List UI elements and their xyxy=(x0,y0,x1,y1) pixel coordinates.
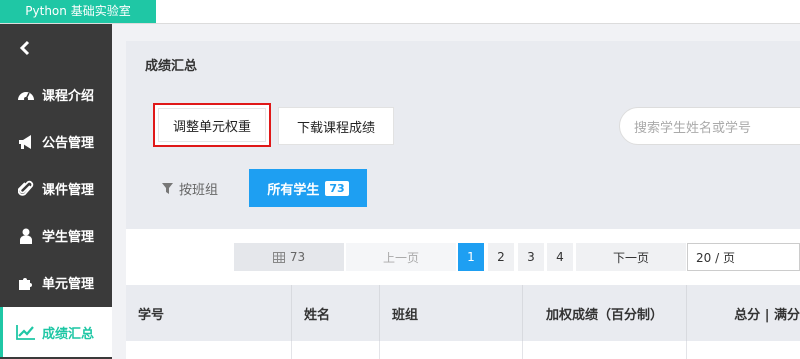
puzzle-icon xyxy=(16,273,36,293)
sidebar-item-course-intro[interactable]: 课程介绍 xyxy=(0,71,112,118)
sidebar-item-label: 单元管理 xyxy=(42,277,95,292)
page-3-button[interactable]: 3 xyxy=(518,243,544,271)
table-cell xyxy=(687,341,800,359)
col-weighted-score[interactable]: 加权成绩（百分制） xyxy=(523,285,687,341)
sidebar-item-grades[interactable]: 成绩汇总 xyxy=(0,307,112,357)
sidebar-item-courseware[interactable]: 课件管理 xyxy=(0,165,112,212)
filter-icon xyxy=(162,182,173,194)
table-cell xyxy=(523,341,687,359)
total-count: 73 xyxy=(234,243,344,271)
back-button[interactable] xyxy=(0,24,112,71)
sidebar-item-students[interactable]: 学生管理 xyxy=(0,212,112,259)
all-students-button[interactable]: 所有学生 73 xyxy=(249,169,367,207)
col-total-score[interactable]: 总分 | 满分 xyxy=(687,285,800,341)
page-2-button[interactable]: 2 xyxy=(488,243,514,271)
prev-page-button[interactable]: 上一页 xyxy=(346,243,456,271)
page-size-select[interactable]: 20 / 页 xyxy=(687,243,800,271)
main-content: 成绩汇总 调整单元权重 下载课程成绩 搜索学生姓名或学号 按班组 所有学生 73… xyxy=(112,24,800,359)
sidebar-item-label: 课程介绍 xyxy=(42,89,95,104)
line-chart-icon xyxy=(16,322,36,342)
grades-panel: 成绩汇总 调整单元权重 下载课程成绩 搜索学生姓名或学号 按班组 所有学生 73… xyxy=(126,41,800,359)
sidebar-item-label: 成绩汇总 xyxy=(42,326,95,342)
next-page-button[interactable]: 下一页 xyxy=(576,243,686,271)
table-row xyxy=(126,341,800,359)
student-count-badge: 73 xyxy=(325,180,349,196)
adjust-weights-label: 调整单元权重 xyxy=(158,108,266,142)
page-1-button[interactable]: 1 xyxy=(458,243,484,271)
sidebar-item-label: 课件管理 xyxy=(42,183,95,198)
col-group[interactable]: 班组 xyxy=(380,285,523,341)
grades-table: 73 上一页 1 2 3 4 下一页 20 / 页 学号 姓名 班组 加权成绩（… xyxy=(126,229,800,359)
table-cell xyxy=(292,341,380,359)
bullhorn-icon xyxy=(16,132,36,152)
dashboard-icon xyxy=(16,85,36,105)
user-icon xyxy=(16,226,36,246)
filter-by-group-button[interactable]: 按班组 xyxy=(162,169,218,207)
filter-label: 按班组 xyxy=(179,182,219,198)
paperclip-icon xyxy=(16,179,36,199)
table-cell xyxy=(380,341,523,359)
total-count-value: 73 xyxy=(289,250,306,264)
col-name[interactable]: 姓名 xyxy=(292,285,380,341)
page-title: 成绩汇总 xyxy=(145,59,198,74)
sidebar-item-announcements[interactable]: 公告管理 xyxy=(0,118,112,165)
adjust-weights-button[interactable]: 调整单元权重 xyxy=(153,103,271,147)
sidebar-item-units[interactable]: 单元管理 xyxy=(0,259,112,306)
table-header: 学号 姓名 班组 加权成绩（百分制） 总分 | 满分 xyxy=(126,285,800,341)
download-grades-button[interactable]: 下载课程成绩 xyxy=(278,107,394,145)
sidebar-item-label: 学生管理 xyxy=(42,230,95,245)
all-students-label: 所有学生 xyxy=(267,182,320,198)
app-tab[interactable]: Python 基础实验室 xyxy=(0,0,156,23)
page-4-button[interactable]: 4 xyxy=(547,243,573,271)
search-placeholder: 搜索学生姓名或学号 xyxy=(634,120,752,136)
chevron-left-icon xyxy=(19,40,30,55)
col-student-id[interactable]: 学号 xyxy=(126,285,292,341)
sidebar-item-label: 公告管理 xyxy=(42,136,95,151)
table-cell xyxy=(126,341,292,359)
search-input[interactable]: 搜索学生姓名或学号 xyxy=(619,107,800,145)
sidebar: 课程介绍 公告管理 课件管理 学生管理 单元管理 成绩汇总 xyxy=(0,24,112,359)
table-icon xyxy=(272,251,285,263)
